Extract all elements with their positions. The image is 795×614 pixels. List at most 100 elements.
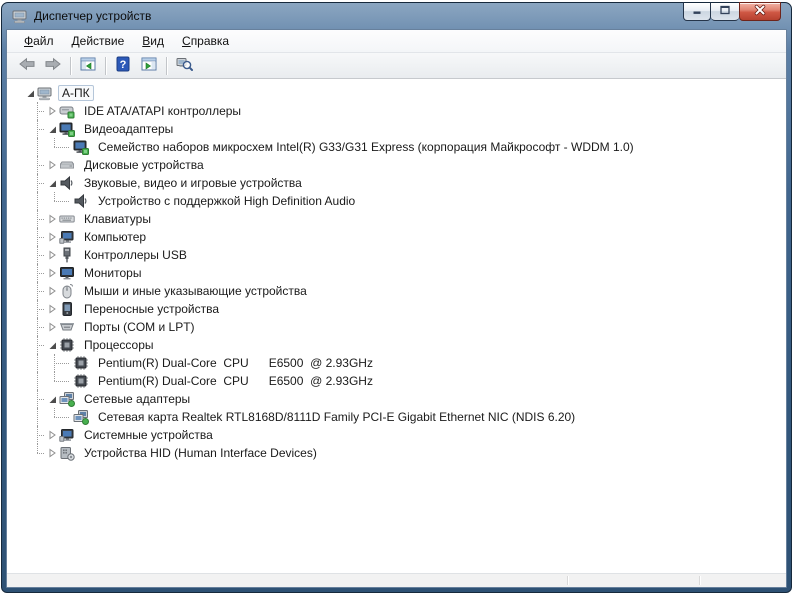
expander-expanded-icon[interactable] <box>45 338 59 352</box>
expander-expanded-icon[interactable] <box>45 122 59 136</box>
tree-item-ide[interactable]: IDE ATA/ATAPI контроллеры <box>7 102 786 120</box>
expander-expanded-icon[interactable] <box>45 392 59 406</box>
tree-item-monitors[interactable]: Мониторы <box>7 264 786 282</box>
menu-bar: Файл Действие Вид Справка <box>7 30 786 53</box>
tree-branch-line <box>45 138 73 156</box>
maximize-button[interactable] <box>711 2 739 21</box>
tree-item-processors[interactable]: Процессоры <box>7 336 786 354</box>
status-bar-divider <box>567 576 568 585</box>
close-button[interactable] <box>739 2 781 21</box>
tree-item-computer[interactable]: Компьютер <box>7 228 786 246</box>
forward-button[interactable] <box>41 55 65 77</box>
tree-item-label: Компьютер <box>84 230 147 244</box>
show-console-tree-button[interactable] <box>76 55 100 77</box>
expander-expanded-icon[interactable] <box>23 86 37 100</box>
title-bar[interactable]: Диспетчер устройств <box>6 2 787 29</box>
expander-collapsed-icon[interactable] <box>45 302 59 316</box>
toolbar-separator <box>166 56 167 75</box>
tree-item-usb[interactable]: Контроллеры USB <box>7 246 786 264</box>
tree-item-cpu-1[interactable]: Pentium(R) Dual-Core CPU E6500 @ 2.93GHz <box>7 354 786 372</box>
status-bar <box>7 573 786 587</box>
tree-item-label: Процессоры <box>84 338 154 352</box>
maximize-icon <box>717 2 733 21</box>
tree-item-keyboards[interactable]: Клавиатуры <box>7 210 786 228</box>
tree-item-label: Видеоадаптеры <box>84 122 174 136</box>
disk-drive-icon <box>59 157 75 173</box>
tree-item-ports[interactable]: Порты (COM и LPT) <box>7 318 786 336</box>
tree-item-label: Контроллеры USB <box>84 248 187 262</box>
tree-item-cpu-2[interactable]: Pentium(R) Dual-Core CPU E6500 @ 2.93GHz <box>7 372 786 390</box>
expander-collapsed-icon[interactable] <box>45 446 59 460</box>
ide-controller-icon <box>59 103 75 119</box>
tree-item-label: А-ПК <box>58 85 94 101</box>
expander-collapsed-icon[interactable] <box>45 284 59 298</box>
mouse-icon <box>59 283 75 299</box>
portable-device-icon <box>59 301 75 317</box>
menu-file[interactable]: Файл <box>15 31 63 51</box>
scan-hardware-icon <box>176 56 193 75</box>
help-icon: ? <box>115 56 131 75</box>
expander-collapsed-icon[interactable] <box>45 266 59 280</box>
forward-arrow-icon <box>44 56 62 75</box>
tree-item-label: Сетевые адаптеры <box>84 392 191 406</box>
tree-item-label: Устройство с поддержкой High Definition … <box>98 194 356 208</box>
tree-item-disk-drives[interactable]: Дисковые устройства <box>7 156 786 174</box>
expander-collapsed-icon[interactable] <box>45 230 59 244</box>
tree-item-label: Дисковые устройства <box>84 158 204 172</box>
minimize-button[interactable] <box>683 2 711 21</box>
scan-hardware-button[interactable] <box>172 55 196 77</box>
device-manager-window: Диспетчер устройств Файл Действие Вид Справ… <box>1 2 792 593</box>
close-icon <box>752 2 768 21</box>
tree-item-mice[interactable]: Мыши и иные указывающие устройства <box>7 282 786 300</box>
computer-icon <box>37 85 53 101</box>
tree-item-video-adapters[interactable]: Видеоадаптеры <box>7 120 786 138</box>
expander-collapsed-icon[interactable] <box>45 428 59 442</box>
menu-view[interactable]: Вид <box>133 31 173 51</box>
expander-collapsed-icon[interactable] <box>45 248 59 262</box>
processor-icon <box>73 373 89 389</box>
tree-item-label: Семейство наборов микросхем Intel(R) G33… <box>98 140 634 154</box>
show-action-pane-button[interactable] <box>137 55 161 77</box>
tree-item-label: IDE ATA/ATAPI контроллеры <box>84 104 242 118</box>
tree-item-label: Мониторы <box>84 266 142 280</box>
tree-item-hid[interactable]: Устройства HID (Human Interface Devices) <box>7 444 786 462</box>
tree-item-portable[interactable]: Переносные устройства <box>7 300 786 318</box>
tree-branch-line <box>45 192 73 210</box>
tree-item-network-adapters[interactable]: Сетевые адаптеры <box>7 390 786 408</box>
keyboard-icon <box>59 211 75 227</box>
toolbar-separator <box>70 56 71 75</box>
back-button[interactable] <box>15 55 39 77</box>
expander-collapsed-icon[interactable] <box>45 320 59 334</box>
tree-item-network-card[interactable]: Сетевая карта Realtek RTL8168D/8111D Fam… <box>7 408 786 426</box>
tree-item-video-device[interactable]: Семейство наборов микросхем Intel(R) G33… <box>7 138 786 156</box>
minimize-icon <box>689 2 705 21</box>
device-tree: А-ПК IDE ATA/ATAPI контроллеры Видеоадапте… <box>7 79 786 573</box>
tree-item-hd-audio[interactable]: Устройство с поддержкой High Definition … <box>7 192 786 210</box>
menu-action[interactable]: Действие <box>63 31 134 51</box>
back-arrow-icon <box>18 56 36 75</box>
tree-item-a-pk[interactable]: А-ПК <box>7 84 786 102</box>
menu-help[interactable]: Справка <box>173 31 238 51</box>
expander-expanded-icon[interactable] <box>45 176 59 190</box>
window-title: Диспетчер устройств <box>34 9 152 23</box>
menu-item-label: Вид <box>142 34 165 48</box>
tree-branch-line <box>45 372 73 390</box>
help-button[interactable]: ? <box>111 55 135 77</box>
processor-icon <box>59 337 75 353</box>
expander-collapsed-icon[interactable] <box>45 212 59 226</box>
expander-collapsed-icon[interactable] <box>45 158 59 172</box>
expander-collapsed-icon[interactable] <box>45 104 59 118</box>
tree-item-sound[interactable]: Звуковые, видео и игровые устройства <box>7 174 786 192</box>
tree-item-system-devices[interactable]: Системные устройства <box>7 426 786 444</box>
hid-icon <box>59 445 75 461</box>
